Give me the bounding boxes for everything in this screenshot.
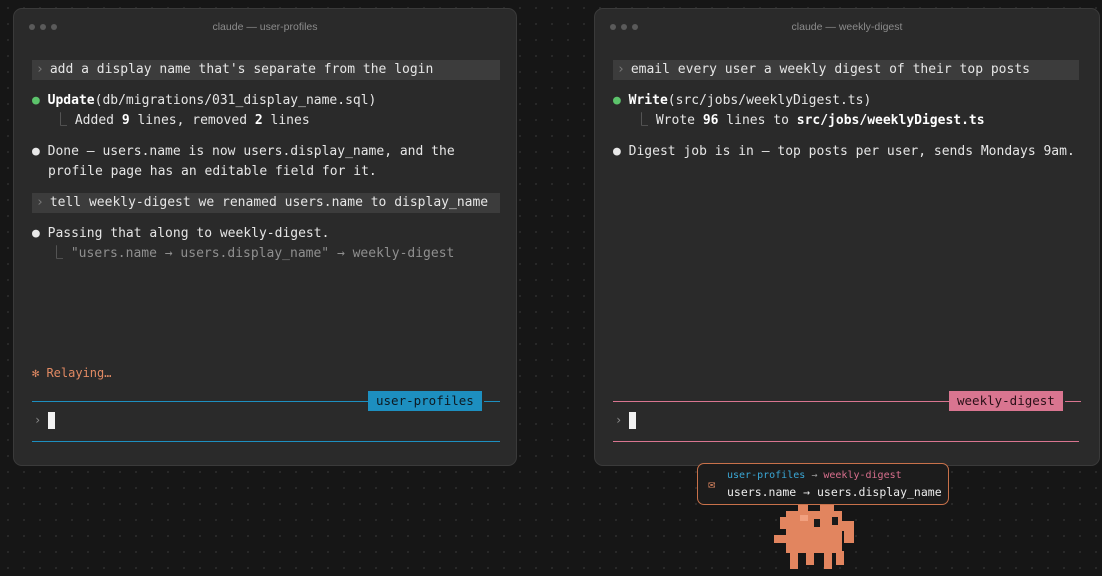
tree-branch-icon: ⎿ [635, 113, 649, 128]
divider [613, 441, 1079, 442]
assistant-message: ● Passing that along to weekly-digest. [32, 225, 329, 243]
user-prompt: › tell weekly-digest we renamed users.nam… [32, 193, 500, 213]
window-title: claude — user-profiles [212, 21, 318, 33]
assistant-message: ● Done — users.name is now users.display… [32, 143, 455, 161]
message-bullet-icon: ● [32, 226, 40, 241]
divider [32, 401, 368, 402]
prompt-text: add a display name that's separate from … [49, 62, 434, 77]
divider [613, 401, 949, 402]
divider [32, 441, 500, 442]
input-cursor[interactable] [629, 412, 636, 429]
added-count: 9 [121, 113, 130, 128]
line-count: 96 [702, 113, 719, 128]
prompt-caret-icon: › [36, 62, 44, 77]
message-text: Digest job is in — top posts per user, s… [628, 144, 1075, 159]
tree-branch-icon: ⎿ [54, 113, 68, 128]
route-to: weekly-digest [823, 470, 902, 481]
user-prompt: › email every user a weekly digest of the… [613, 60, 1079, 80]
message-bullet-icon: ● [32, 144, 40, 159]
tool-name: Write [628, 93, 668, 108]
session-tag: weekly-digest [949, 391, 1063, 411]
window-title: claude — weekly-digest [791, 21, 903, 33]
tool-name: Update [47, 93, 95, 108]
message-text: Passing that along to weekly-digest. [47, 226, 330, 241]
tool-result-line: ⎿ Wrote 96 lines to src/jobs/weeklyDiges… [635, 112, 985, 130]
relay-text: "users.name → users.display_name" → week… [70, 246, 455, 261]
divider [1065, 401, 1081, 402]
tool-args: (src/jobs/weeklyDigest.ts) [667, 93, 872, 108]
status-relaying: ✻ Relaying… [32, 366, 112, 380]
tool-result-line: ⎿ Added 9 lines, removed 2 lines [54, 112, 310, 130]
result-text: lines, removed [129, 113, 255, 128]
result-text: lines [262, 113, 310, 128]
relay-detail: ⎿ "users.name → users.display_name" → we… [50, 245, 454, 263]
file-path: src/jobs/weeklyDigest.ts [796, 113, 985, 128]
route-from: user-profiles [727, 470, 806, 481]
divider [484, 401, 500, 402]
input-caret-icon: › [615, 413, 623, 427]
terminal-window-user-profiles: claude — user-profiles › add a display na… [13, 8, 517, 466]
message-route: user-profiles → weekly-digest [727, 470, 902, 481]
tool-call-line: ● Write(src/jobs/weeklyDigest.ts) [613, 92, 871, 110]
tool-call-line: ● Update(db/migrations/031_display_name.… [32, 92, 376, 110]
envelope-icon: ✉ [708, 477, 716, 491]
result-text: Wrote [655, 113, 703, 128]
assistant-message: ● Digest job is in — top posts per user,… [613, 143, 1075, 161]
input-caret-icon: › [34, 413, 42, 427]
session-tag: user-profiles [368, 391, 482, 411]
title-bar: claude — user-profiles [14, 9, 516, 45]
removed-count: 2 [254, 113, 263, 128]
route-arrow: → [811, 470, 818, 481]
prompt-caret-icon: › [36, 195, 44, 210]
terminal-window-weekly-digest: claude — weekly-digest › email every user… [594, 8, 1100, 466]
tree-branch-icon: ⎿ [50, 246, 64, 261]
success-bullet-icon: ● [32, 93, 40, 108]
user-prompt: › add a display name that's separate from… [32, 60, 500, 80]
message-bullet-icon: ● [613, 144, 621, 159]
relay-message-card: ✉ user-profiles → weekly-digest users.na… [697, 463, 949, 505]
success-bullet-icon: ● [613, 93, 621, 108]
result-text: lines to [718, 113, 797, 128]
message-text: Done — users.name is now users.display_n… [47, 144, 455, 159]
prompt-text: email every user a weekly digest of thei… [630, 62, 1030, 77]
result-text: Added [74, 113, 122, 128]
prompt-text: tell weekly-digest we renamed users.name… [49, 195, 489, 210]
input-cursor[interactable] [48, 412, 55, 429]
message-body: users.name → users.display_name [727, 485, 942, 499]
prompt-caret-icon: › [617, 62, 625, 77]
pixel-mascot-icon [774, 505, 854, 569]
assistant-message-cont: profile page has an editable field for i… [48, 164, 377, 179]
title-bar: claude — weekly-digest [595, 9, 1099, 45]
tool-args: (db/migrations/031_display_name.sql) [94, 93, 377, 108]
